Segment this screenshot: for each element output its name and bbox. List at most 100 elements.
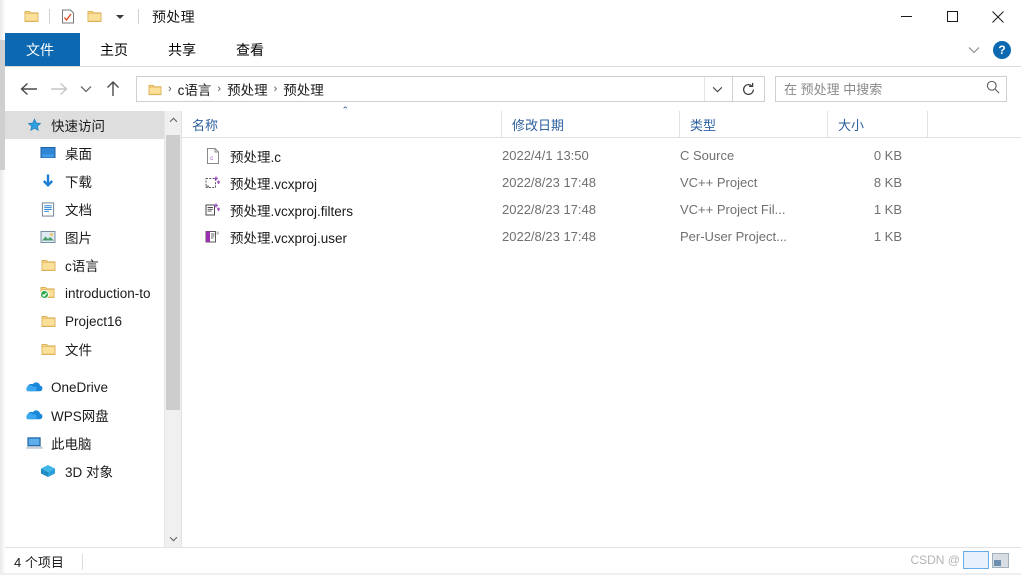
sidebar-item-documents[interactable]: 文档 [0,195,181,223]
up-button[interactable] [98,74,128,104]
status-bar: 4 个项目 [0,547,1021,575]
file-name: 预处理.vcxproj.filters [230,203,354,219]
item-count-label: 4 个项目 [14,555,64,570]
table-row[interactable]: c 预处理.c 2022/4/1 13:50 C Source 0 KB [182,142,1021,169]
ribbon-controls: ? [963,33,1017,67]
navigation-pane: 快速访问 桌面 下载 文档 图片 c语言 introduction-to Pro… [0,111,182,547]
back-button[interactable] [14,74,44,104]
help-button[interactable]: ? [993,41,1011,59]
vcxproj-filters-file-icon [204,201,221,218]
sidebar-item-introduction-to[interactable]: introduction-to [0,279,181,307]
sidebar-item-wps-cloud[interactable]: WPS网盘 [0,401,181,429]
folder-icon [38,339,58,359]
vcxproj-file-icon [204,174,221,191]
recent-locations-button[interactable] [74,74,98,104]
sidebar-item-3d-objects[interactable]: 3D 对象 [0,457,181,485]
sort-ascending-icon: ⌃ [341,105,350,115]
sidebar-item-desktop[interactable]: 桌面 [0,139,181,167]
tab-file[interactable]: 文件 [0,33,80,66]
window-resize-edge [0,40,5,170]
file-name-cell: c 预处理.c [182,146,502,166]
address-bar[interactable]: › c语言 › 预处理 › 预处理 [136,76,733,102]
file-list-pane: ⌃ 名称 修改日期 类型 大小 c 预处理.c 2022/4/1 13:50 C… [182,105,1021,547]
tab-share[interactable]: 共享 [148,33,216,66]
onedrive-icon [24,377,44,397]
file-size-cell: 0 KB [873,148,902,163]
sidebar-item-label: 文件 [65,343,92,358]
sidebar-scrollbar[interactable] [164,111,181,547]
minimize-button[interactable] [883,0,929,33]
search-icon[interactable] [986,80,1000,99]
scroll-up-icon[interactable] [165,111,181,128]
tab-view[interactable]: 查看 [216,33,284,66]
sidebar-item-label: 此电脑 [51,437,92,452]
properties-icon[interactable] [55,4,81,30]
file-type-cell: VC++ Project Fil... [680,202,786,217]
file-type-cell: VC++ Project [680,175,758,190]
sidebar-item-onedrive[interactable]: OneDrive [0,373,181,401]
refresh-button[interactable] [733,76,765,102]
this-pc-icon [24,433,44,453]
nav-group-spacer [0,363,181,373]
column-header-name[interactable]: ⌃ 名称 [182,105,502,137]
desktop-icon [38,143,58,163]
sidebar-item-label: 下载 [65,175,92,190]
table-row[interactable]: 预处理.vcxproj 2022/8/23 17:48 VC++ Project… [182,169,1021,196]
c-source-file-icon: c [204,147,221,164]
customize-dropdown-icon[interactable] [107,4,133,30]
column-header-label: 类型 [690,117,717,133]
breadcrumb-item-1[interactable]: 预处理 [222,77,273,101]
file-name-cell: 预处理.vcxproj [182,173,502,193]
sidebar-item-label: OneDrive [51,379,109,395]
table-row[interactable]: 预处理.vcxproj.user 2022/8/23 17:48 Per-Use… [182,223,1021,250]
sidebar-item-label: 桌面 [65,147,92,162]
sidebar-item-this-pc[interactable]: 此电脑 [0,429,181,457]
quick-access-toolbar: 预处理 [0,4,195,30]
column-header-date[interactable]: 修改日期 [502,111,680,137]
sidebar-item-label: 文档 [65,203,92,218]
ribbon-tab-bar: 文件 主页 共享 查看 ? [0,33,1021,67]
column-header-size[interactable]: 大小 [828,111,928,137]
column-header-row: ⌃ 名称 修改日期 类型 大小 [182,105,1021,138]
sidebar-item-files[interactable]: 文件 [0,335,181,363]
window-controls [883,0,1021,33]
file-date-cell: 2022/8/23 17:48 [502,229,596,244]
sidebar-item-c-language[interactable]: c语言 [0,251,181,279]
search-box[interactable] [775,76,1007,102]
sidebar-item-project16[interactable]: Project16 [0,307,181,335]
file-date-cell: 2022/8/23 17:48 [502,175,596,190]
scroll-down-icon[interactable] [165,530,181,547]
breadcrumb-item-2[interactable]: 预处理 [278,77,329,101]
sidebar-scroll-thumb[interactable] [166,135,180,410]
column-header-filler [928,111,1021,137]
csdn-watermark: CSDN @ [910,551,1009,569]
close-button[interactable] [975,0,1021,33]
expand-ribbon-chevron-icon[interactable] [963,38,985,62]
3d-objects-icon [38,461,58,481]
new-folder-icon[interactable] [81,4,107,30]
toolbar-divider-2 [138,9,139,24]
sidebar-item-downloads[interactable]: 下载 [0,167,181,195]
search-input[interactable] [784,81,986,97]
maximize-button[interactable] [929,0,975,33]
toolbar-divider [49,9,50,24]
forward-button[interactable] [44,74,74,104]
sidebar-item-quick-access[interactable]: 快速访问 [0,111,181,139]
breadcrumb-item-0[interactable]: c语言 [173,77,217,101]
file-explorer-window: 预处理 文件 主页 共享 查看 ? › c语言 › 预处理 › 预处理 在 预处… [0,0,1021,575]
file-type-cell: C Source [680,148,735,163]
pictures-icon [38,227,58,247]
file-name: 预处理.vcxproj.user [230,230,348,246]
column-header-type[interactable]: 类型 [680,111,828,137]
address-dropdown-icon[interactable] [704,77,730,101]
file-name-cell: 预处理.vcxproj.filters [182,200,502,220]
breadcrumb: › c语言 › 预处理 › 预处理 [143,77,704,101]
svg-text:c: c [210,156,213,162]
breadcrumb-root-icon[interactable] [143,80,167,99]
table-row[interactable]: 预处理.vcxproj.filters 2022/8/23 17:48 VC++… [182,196,1021,223]
folder-icon[interactable] [18,4,44,30]
tab-home[interactable]: 主页 [80,33,148,66]
folder-icon [38,255,58,275]
sidebar-item-pictures[interactable]: 图片 [0,223,181,251]
column-header-label: 修改日期 [512,117,565,133]
